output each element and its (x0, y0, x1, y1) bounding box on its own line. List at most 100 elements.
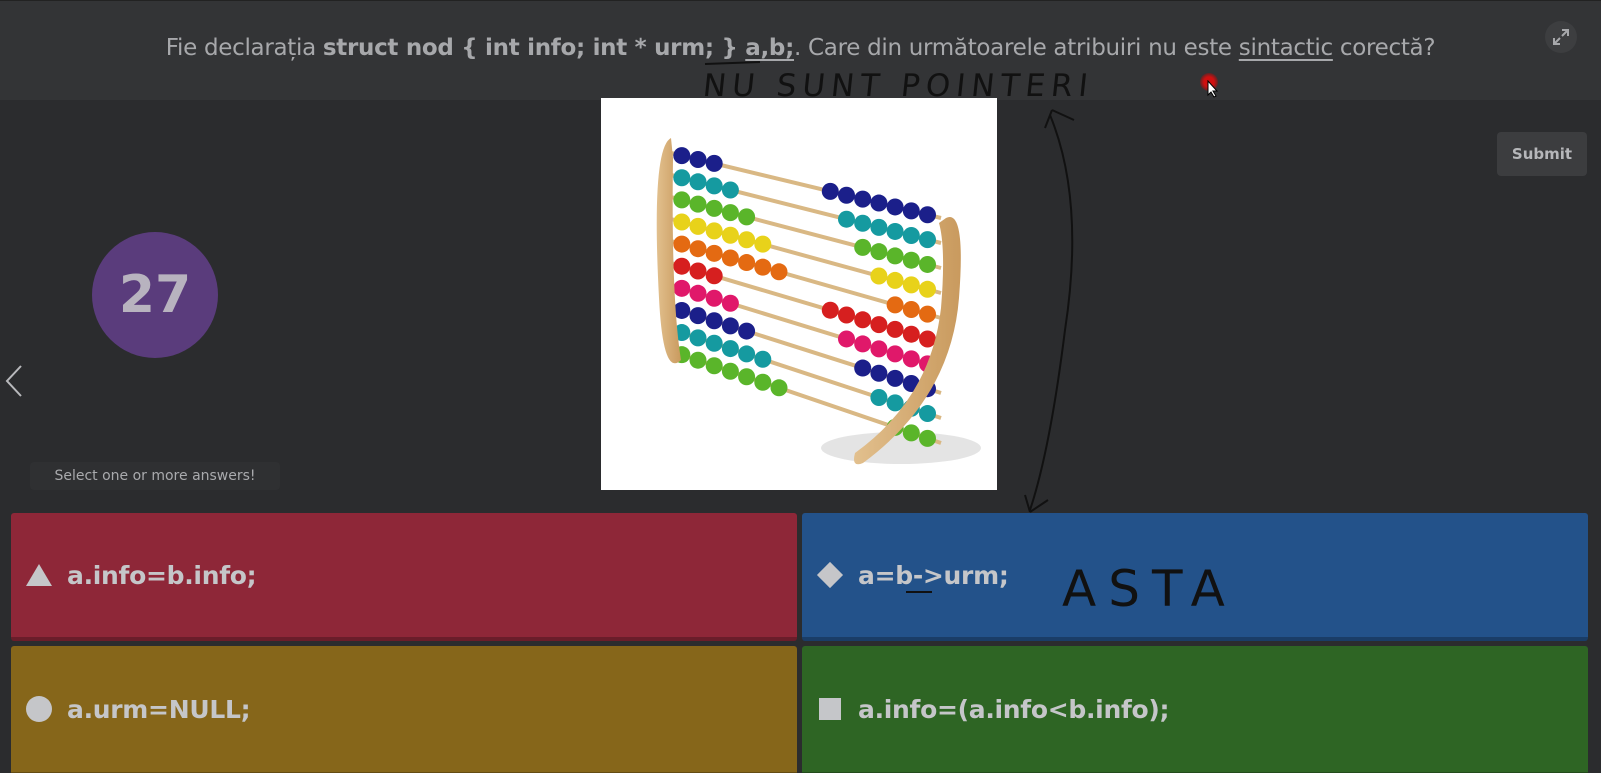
abacus-bead (705, 154, 723, 172)
answer-text: a=b->urm; (858, 560, 1009, 590)
abacus-bead (902, 301, 920, 319)
abacus-bead (854, 238, 872, 256)
abacus-bead (919, 255, 936, 273)
abacus-bead (689, 262, 707, 280)
abacus-bead (902, 350, 920, 368)
abacus-bead (705, 357, 723, 375)
abacus-bead (902, 251, 920, 269)
question-image (601, 98, 997, 490)
abacus-bead (705, 334, 723, 352)
question-emphasis: sintactic (1238, 35, 1333, 61)
abacus-bead (738, 322, 756, 340)
abacus-bead (919, 405, 936, 423)
abacus-bead (738, 345, 756, 363)
abacus-bead (705, 244, 723, 262)
triangle-icon (25, 561, 53, 589)
question-text: Fie declarația struct nod { int info; in… (165, 35, 1436, 61)
answer-option-1[interactable]: a.info=b.info; (11, 513, 797, 641)
abacus-bead (919, 429, 936, 447)
annotation-arrow (1029, 114, 1074, 511)
abacus-bead (705, 312, 723, 330)
abacus-bead (902, 227, 920, 245)
abacus-bead (689, 329, 707, 347)
abacus-bead (721, 249, 739, 267)
expand-icon (1553, 29, 1569, 45)
abacus-bead (721, 204, 739, 222)
abacus-bead (870, 316, 888, 334)
fullscreen-button[interactable] (1545, 21, 1577, 53)
abacus-bead (673, 235, 691, 253)
abacus-bead (870, 340, 888, 358)
abacus-bead (705, 199, 723, 217)
abacus-bead (902, 276, 920, 294)
abacus-bead (754, 350, 772, 368)
answer-text: a.info=(a.info<b.info); (858, 694, 1170, 724)
answer-text: a.urm=NULL; (67, 694, 251, 724)
abacus-bead (673, 213, 691, 231)
abacus-bead (721, 340, 739, 358)
circle-icon (25, 695, 53, 723)
answer-option-2[interactable]: a=b->urm; (802, 513, 1588, 641)
abacus-bead (721, 294, 739, 312)
abacus-bead (886, 320, 904, 338)
abacus-bead (673, 279, 691, 297)
abacus-bead (854, 335, 872, 353)
abacus-bead (886, 369, 904, 387)
abacus-bead (689, 217, 707, 235)
abacus-bead (754, 373, 772, 391)
chevron-left-icon (5, 365, 22, 397)
abacus-bead (919, 330, 936, 348)
answer-option-3[interactable]: a.urm=NULL; (11, 646, 797, 773)
abacus-bead (673, 169, 691, 187)
abacus-bead (770, 263, 788, 281)
abacus-bead (721, 362, 739, 380)
question-counter: 27 (92, 232, 218, 358)
abacus-bead (919, 206, 936, 224)
abacus-bead (886, 345, 904, 363)
previous-button[interactable] (4, 364, 24, 402)
diamond-icon (816, 561, 844, 589)
abacus-bead (689, 351, 707, 369)
abacus-bead (721, 317, 739, 335)
abacus-bead (886, 198, 904, 216)
submit-button[interactable]: Submit (1497, 132, 1587, 176)
abacus-bead (886, 296, 904, 314)
abacus-bead (705, 222, 723, 240)
abacus-bead (821, 182, 839, 200)
abacus-bead (770, 379, 788, 397)
abacus-bead (705, 177, 723, 195)
abacus-bead (689, 195, 707, 213)
abacus-bead (919, 231, 936, 249)
abacus-bead (870, 267, 888, 285)
abacus-rows (670, 147, 942, 447)
abacus-bead (754, 258, 772, 276)
abacus-bead (902, 424, 920, 442)
abacus-bead (705, 289, 723, 307)
abacus-bead (838, 330, 855, 348)
abacus-bead (689, 284, 707, 302)
abacus-bead (738, 254, 756, 272)
abacus-bead (821, 301, 839, 319)
abacus-bead (673, 147, 691, 165)
abacus-bead (886, 394, 904, 412)
abacus-bead (673, 257, 691, 275)
question-code: struct nod { int info; int * urm; } (322, 35, 746, 61)
abacus-bead (902, 325, 920, 343)
abacus-bead (886, 271, 904, 289)
question-header: Fie declarația struct nod { int info; in… (0, 0, 1601, 100)
answer-option-4[interactable]: a.info=(a.info<b.info); (802, 646, 1588, 773)
abacus-bead (689, 307, 707, 325)
abacus-bead (886, 247, 904, 265)
abacus-bead (870, 218, 888, 236)
abacus-bead (673, 191, 691, 209)
abacus-bead (838, 306, 855, 324)
abacus-bead (870, 243, 888, 261)
abacus-bead (902, 202, 920, 220)
abacus-bead (689, 173, 707, 191)
abacus-bead (689, 151, 707, 168)
abacus-bead (854, 311, 872, 329)
abacus-illustration (656, 138, 981, 465)
abacus-bead (886, 222, 904, 240)
answer-text: a.info=b.info; (67, 560, 257, 590)
square-icon (816, 695, 844, 723)
